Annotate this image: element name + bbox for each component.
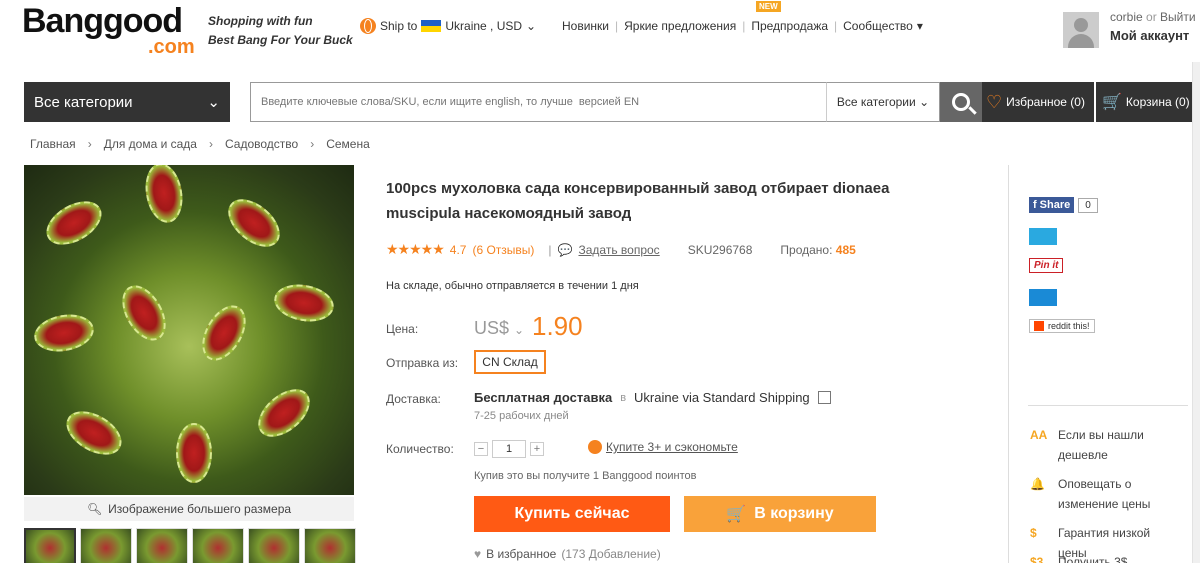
facebook-icon: f <box>1033 199 1037 211</box>
user-line: corbie or Bыйти <box>1110 10 1196 24</box>
cart-button[interactable]: 🛒 Корзина (0) <box>1096 82 1200 122</box>
heart-icon: ♥ <box>474 547 482 561</box>
rating-value: 4.7 <box>449 242 467 257</box>
search-box <box>250 82 826 122</box>
google-plus-icon[interactable] <box>1029 289 1057 306</box>
quantity-stepper: − 1 + <box>474 440 544 458</box>
chevron-down-icon: ⌄ <box>526 19 537 33</box>
quantity-label: Количество: <box>386 442 454 456</box>
thumbnail[interactable] <box>248 528 300 563</box>
favorites-button[interactable]: ♡ Избранное (0) <box>982 82 1094 122</box>
quantity-input[interactable]: 1 <box>492 440 526 458</box>
cart-icon: 🛒 <box>1102 94 1122 111</box>
slogan-line-1: Shopping with fun <box>208 14 313 28</box>
ask-question-link[interactable]: Задать вопрос <box>579 243 660 257</box>
logout-link[interactable]: Bыйти <box>1160 10 1196 24</box>
buy-now-button[interactable]: Купить сейчас <box>474 496 670 532</box>
search-icon <box>952 93 970 111</box>
nav-deals[interactable]: Яркие предложения <box>624 19 736 33</box>
add-to-cart-button[interactable]: 🛒 В корзину <box>684 496 876 532</box>
enlarge-image-button[interactable]: 🔍︎ Изображение большего размера <box>24 497 354 521</box>
share-count: 0 <box>1078 197 1098 213</box>
reddit-button[interactable]: reddit this! <box>1029 319 1095 333</box>
reviews-link[interactable]: (6 Отзывы) <box>472 243 534 257</box>
decrease-button[interactable]: − <box>474 442 488 456</box>
increase-button[interactable]: + <box>530 442 544 456</box>
product-title: 100pcs мухоловка сада консервированный з… <box>386 180 890 222</box>
chevron-down-icon: ⌄ <box>207 94 220 111</box>
product-image[interactable] <box>24 165 354 495</box>
breadcrumb-home[interactable]: Главная <box>30 137 76 151</box>
thumbnail[interactable] <box>80 528 132 563</box>
ship-to-selector[interactable]: Ship to Ukraine , USD ⌄ <box>360 18 536 34</box>
bell-icon: 🔔 <box>1030 477 1045 491</box>
ukraine-flag-icon <box>421 20 442 32</box>
shipping-dropdown-icon[interactable] <box>817 391 831 404</box>
discount-icon <box>588 440 602 454</box>
price-alert-link[interactable]: 🔔 Оповещать о изменение цены <box>1030 474 1180 514</box>
shipping-info: Бесплатная доставка в Ukraine via Standa… <box>474 390 831 405</box>
currency-selector[interactable]: US$ ⌄ <box>474 318 524 339</box>
reddit-icon <box>1034 321 1044 331</box>
question-icon: 💬 <box>557 242 573 257</box>
account-menu[interactable]: Мой аккаунт <box>1110 28 1189 43</box>
divider <box>1028 405 1188 406</box>
delivery-label: Доставка: <box>386 392 441 406</box>
heart-icon: ♡ <box>986 91 1003 112</box>
shipping-method[interactable]: Ukraine via Standard Shipping <box>634 390 810 405</box>
thumbnail[interactable] <box>24 528 76 563</box>
breadcrumb-seeds[interactable]: Семена <box>326 137 370 151</box>
delivery-days: 7-25 рабочих дней <box>474 410 569 422</box>
nav-new[interactable]: Новинки <box>562 19 609 33</box>
breadcrumb-gardening[interactable]: Садоводство <box>225 137 298 151</box>
price-label: Цена: <box>386 322 419 336</box>
wishlist-link[interactable]: ♥ В избранное (173 Добавление) <box>474 547 661 561</box>
breadcrumb-home-garden[interactable]: Для дома и сада <box>104 137 197 151</box>
chevron-down-icon: ⌄ <box>919 95 930 109</box>
top-nav: Новинки | Яркие предложения | Предпродажа |… <box>562 19 923 33</box>
warehouse-option[interactable]: CN Склад <box>474 350 546 374</box>
free-shipping: Бесплатная доставка <box>474 390 613 405</box>
bulk-save-link[interactable]: Купите 3+ и сэкономьте <box>588 440 738 454</box>
coupon-icon: $3 <box>1030 555 1044 563</box>
avatar[interactable] <box>1063 12 1099 48</box>
points-text: Купив это вы получите 1 Banggood поинтов <box>474 470 697 482</box>
globe-icon <box>360 18 376 34</box>
search-icon: 🔍︎ <box>86 502 103 516</box>
divider <box>1008 165 1009 563</box>
ship-to-label: Ship to <box>380 19 418 33</box>
nav-community[interactable]: Сообщество <box>843 19 913 33</box>
logo-domain: .com <box>148 36 195 58</box>
thumbnail[interactable] <box>136 528 188 563</box>
star-rating-icon: ★★★★★ <box>386 241 445 257</box>
rating-row: ★★★★★ 4.7 (6 Отзывы) | 💬 Задать вопрос S… <box>386 241 856 257</box>
search-button[interactable] <box>940 82 982 122</box>
slogan: Shopping with fun Best Bang For Your Buc… <box>208 12 353 50</box>
twitter-icon[interactable] <box>1029 228 1057 245</box>
search-input[interactable] <box>251 83 826 121</box>
get-coupon-link[interactable]: $3 Получить 3$ <box>1030 552 1180 563</box>
region-label: Ukraine , USD <box>445 19 523 33</box>
facebook-share[interactable]: f Share 0 <box>1029 197 1098 213</box>
slogan-line-2: Best Bang For Your Buck <box>208 33 353 47</box>
thumbnail[interactable] <box>192 528 244 563</box>
user-name[interactable]: corbie <box>1110 10 1143 24</box>
stock-status: На складе, обычно отправляется в течении… <box>386 280 639 292</box>
scrollbar[interactable] <box>1192 62 1200 563</box>
price-match-link[interactable]: AA Если вы нашли дешевле <box>1030 425 1180 465</box>
new-badge: NEW <box>756 1 781 12</box>
search-category-select[interactable]: Все категории ⌄ <box>826 82 940 122</box>
thumbnail[interactable] <box>304 528 356 563</box>
ship-from-label: Отправка из: <box>386 356 459 370</box>
sold-count: Продано: 485 <box>780 242 856 257</box>
price: 1.90 <box>532 311 583 341</box>
all-categories-button[interactable]: Все категории ⌄ <box>24 82 230 122</box>
font-size-icon: AA <box>1030 428 1048 442</box>
sku: SKU296768 <box>687 242 753 257</box>
breadcrumb: Главная › Для дома и сада › Садоводство … <box>30 137 370 151</box>
cart-icon: 🛒 <box>726 506 747 523</box>
pinterest-button[interactable]: Pin it <box>1029 258 1064 273</box>
nav-presale[interactable]: Предпродажа <box>751 19 828 33</box>
